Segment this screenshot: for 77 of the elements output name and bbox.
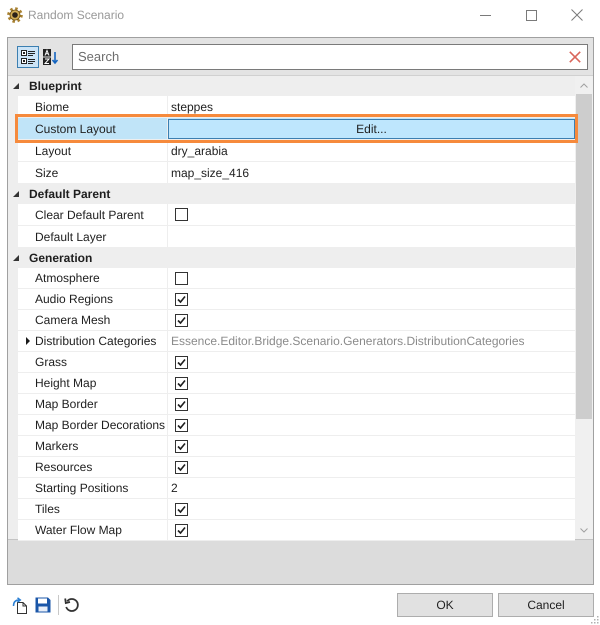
checkbox[interactable] — [175, 376, 188, 390]
list-icon — [20, 48, 36, 64]
cog-icon — [7, 7, 23, 23]
resize-grip-icon[interactable] — [590, 615, 599, 624]
property-row[interactable]: Resources — [18, 457, 575, 478]
property-row[interactable]: Markers — [18, 436, 575, 457]
property-name: Atmosphere — [35, 270, 100, 287]
property-name: Distribution Categories — [35, 333, 156, 350]
save-icon[interactable] — [35, 597, 51, 613]
undo-icon[interactable] — [64, 597, 80, 613]
caret-icon[interactable] — [13, 83, 19, 89]
property-name: Height Map — [35, 375, 96, 392]
checkbox[interactable] — [175, 208, 188, 221]
sort-icon — [43, 48, 59, 64]
property-name: Map Border — [35, 396, 98, 413]
minimize-icon[interactable] — [480, 14, 490, 16]
property-value: dry_arabia — [170, 142, 228, 160]
category-label: Blueprint — [29, 78, 82, 95]
property-name: Markers — [35, 438, 78, 455]
property-row[interactable]: Map Border — [18, 394, 575, 415]
checkbox[interactable] — [175, 398, 188, 410]
cancel-button[interactable]: Cancel — [498, 593, 594, 617]
property-name: Map Border Decorations — [35, 417, 166, 434]
categorized-view-button[interactable] — [17, 46, 39, 68]
scrollbar-thumb[interactable] — [576, 94, 592, 419]
checkbox[interactable] — [175, 418, 188, 432]
property-row[interactable]: Height Map — [18, 373, 575, 394]
property-row[interactable]: Camera Mesh — [18, 310, 575, 331]
property-value: Essence.Editor.Bridge.Scenario.Generators.DistributionCategories — [170, 333, 525, 350]
property-name: Custom Layout — [35, 120, 116, 138]
property-row[interactable]: Distribution Categories Essence.Editor.Bridge.Scenario.Generators.DistributionCategories — [18, 331, 575, 352]
property-name: Size — [35, 164, 58, 182]
property-row[interactable]: Default Layer — [18, 226, 575, 248]
checkbox[interactable] — [175, 440, 188, 452]
ok-button[interactable]: OK — [397, 593, 493, 617]
property-value: steppes — [170, 98, 214, 116]
property-value: 2 — [170, 480, 178, 497]
property-row[interactable]: Clear Default Parent — [18, 204, 575, 226]
property-name: Layout — [35, 142, 72, 160]
checkbox[interactable] — [175, 524, 188, 536]
property-name: Biome — [35, 98, 70, 116]
property-row[interactable]: Audio Regions — [18, 289, 575, 310]
document-arrow-icon[interactable] — [12, 596, 28, 614]
property-row[interactable]: Size map_size_416 — [18, 162, 575, 184]
property-row[interactable]: Starting Positions 2 — [18, 478, 575, 499]
property-name: Camera Mesh — [35, 312, 110, 329]
checkbox[interactable] — [175, 502, 188, 516]
caret-icon[interactable] — [13, 255, 19, 261]
caret-icon[interactable] — [13, 191, 19, 197]
checkbox[interactable] — [175, 356, 188, 368]
property-name: Default Layer — [35, 228, 106, 246]
checkbox[interactable] — [175, 460, 188, 474]
checkbox[interactable] — [175, 292, 188, 306]
property-name: Tiles — [35, 501, 60, 518]
close-icon[interactable] — [571, 9, 583, 21]
category-label: Generation — [29, 250, 92, 267]
property-row[interactable]: Atmosphere — [18, 268, 575, 289]
property-name: Starting Positions — [35, 480, 128, 497]
property-name: Grass — [35, 354, 68, 371]
property-row[interactable]: Map Border Decorations — [18, 415, 575, 436]
property-name: Clear Default Parent — [35, 206, 144, 224]
checkbox[interactable] — [175, 272, 188, 284]
property-row[interactable]: Water Flow Map — [18, 520, 575, 541]
category-label: Default Parent — [29, 186, 110, 203]
property-name: Water Flow Map — [35, 522, 122, 539]
close-icon[interactable] — [569, 50, 581, 62]
checkbox[interactable] — [175, 314, 188, 326]
property-name: Resources — [35, 459, 92, 476]
property-row[interactable]: Tiles — [18, 499, 575, 520]
maximize-icon[interactable] — [526, 10, 536, 20]
property-value: map_size_416 — [170, 164, 250, 182]
edit-button[interactable]: Edit... — [168, 118, 575, 138]
window-title: Random Scenario — [28, 7, 124, 24]
caret-icon[interactable] — [26, 337, 30, 345]
property-row[interactable]: Grass — [18, 352, 575, 373]
property-name: Audio Regions — [35, 291, 114, 308]
search-field[interactable]: Search — [72, 44, 588, 70]
